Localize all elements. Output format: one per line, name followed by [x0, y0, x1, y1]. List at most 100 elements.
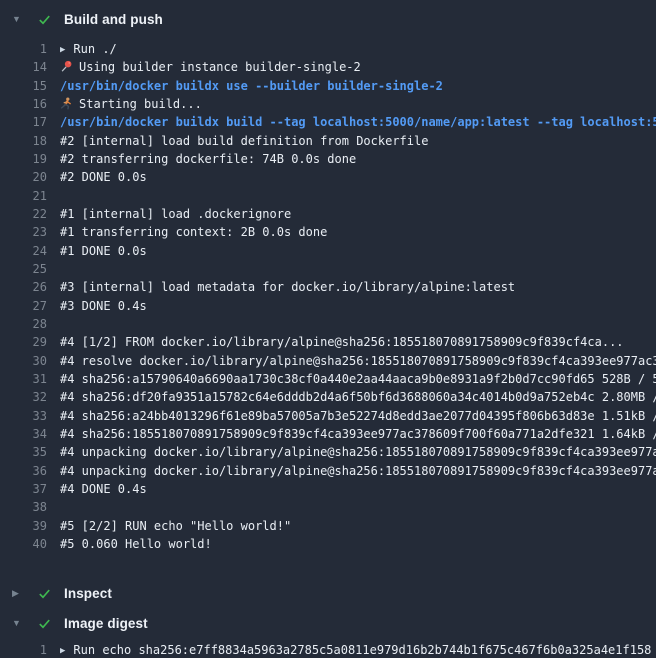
line-number[interactable]: 23 — [0, 223, 47, 241]
run-expand-icon[interactable]: ▶ — [60, 41, 65, 59]
line-number[interactable]: 40 — [0, 535, 47, 553]
section-header-build-and-push[interactable]: ▼ Build and push — [0, 8, 656, 30]
line-number[interactable]: 16 — [0, 95, 47, 113]
log-text: Starting build... — [79, 97, 202, 111]
log-line-content: #3 [internal] load metadata for docker.i… — [60, 278, 515, 296]
log-block: 1 ▶ Run ./ 14 Using builder instance builder… — [0, 40, 656, 553]
log-line-content[interactable]: ▶Run echo sha256:e7ff8834a5963a2785c5a08… — [60, 641, 651, 658]
line-number[interactable]: 21 — [0, 187, 47, 205]
chevron-down-icon[interactable]: ▼ — [12, 8, 26, 30]
log-line-content: Using builder instance builder-single-2 — [60, 58, 361, 76]
line-number[interactable]: 27 — [0, 297, 47, 315]
log-line: 24 #1 DONE 0.0s — [0, 242, 656, 260]
chevron-down-icon[interactable]: ▼ — [12, 612, 26, 634]
log-line-content: #1 DONE 0.0s — [60, 242, 147, 260]
line-number[interactable]: 36 — [0, 462, 47, 480]
line-number[interactable]: 25 — [0, 260, 47, 278]
section-title: Inspect — [64, 586, 112, 601]
log-text: #4 resolve docker.io/library/alpine@sha2… — [60, 354, 656, 368]
log-text: #1 transferring context: 2B 0.0s done — [60, 225, 327, 239]
log-line: 16 Starting build... — [0, 95, 656, 113]
log-text: #4 unpacking docker.io/library/alpine@sh… — [60, 464, 656, 478]
log-block: 1 ▶Run echo sha256:e7ff8834a5963a2785c5a0… — [0, 641, 656, 658]
log-line-content: #4 unpacking docker.io/library/alpine@sh… — [60, 443, 656, 461]
log-line: 21 — [0, 187, 656, 205]
log-line-content[interactable]: ▶ Run ./ — [60, 40, 117, 58]
log-line: 32#4 sha256:df20fa9351a15782c64e6dddb2d4… — [0, 388, 656, 406]
line-number[interactable]: 35 — [0, 443, 47, 461]
section-header-inspect[interactable]: ▶ Inspect — [0, 582, 656, 604]
log-line: 26 #3 [internal] load metadata for docker… — [0, 278, 656, 296]
log-text: #4 sha256:a24bb4013296f61e89ba57005a7b3e… — [60, 409, 656, 423]
log-text: #2 transferring dockerfile: 74B 0.0s don… — [60, 152, 356, 166]
log-text: #4 DONE 0.4s — [60, 482, 147, 496]
log-line: 14 Using builder instance builder-single-… — [0, 58, 656, 76]
log-line: 34 #4 sha256:185518070891758909c9f839cf4c… — [0, 425, 656, 443]
line-number[interactable]: 37 — [0, 480, 47, 498]
log-text: #5 0.060 Hello world! — [60, 537, 212, 551]
log-text: Run ./ — [73, 42, 116, 56]
log-line-content: #4 sha256:a24bb4013296f61e89ba57005a7b3e… — [60, 407, 656, 425]
line-number[interactable]: 17 — [0, 113, 47, 131]
workflow-log-viewer: ▼ Build and push 1 ▶ Run ./ 14 Using builder i… — [0, 0, 656, 658]
log-text: #2 [internal] load build definition from… — [60, 134, 428, 148]
check-icon — [36, 585, 52, 601]
log-text: #1 DONE 0.0s — [60, 244, 147, 258]
line-number[interactable]: 24 — [0, 242, 47, 260]
line-number[interactable]: 15 — [0, 77, 47, 95]
line-number[interactable]: 33 — [0, 407, 47, 425]
line-number[interactable]: 19 — [0, 150, 47, 168]
chevron-right-icon[interactable]: ▶ — [12, 582, 26, 604]
line-number[interactable]: 20 — [0, 168, 47, 186]
log-section: ▼ Image digest 1 ▶Run echo sha256:e7ff8834a… — [0, 612, 656, 658]
pushpin-icon — [60, 60, 73, 73]
line-number[interactable]: 28 — [0, 315, 47, 333]
line-number[interactable]: 39 — [0, 517, 47, 535]
log-section: ▶ Inspect — [0, 582, 656, 604]
section-title: Build and push — [64, 12, 163, 27]
log-text: Using builder instance builder-single-2 — [79, 60, 361, 74]
log-text: #1 [internal] load .dockerignore — [60, 207, 291, 221]
section-header-image-digest[interactable]: ▼ Image digest — [0, 612, 656, 634]
line-number[interactable]: 32 — [0, 388, 47, 406]
log-line: 37 #4 DONE 0.4s — [0, 480, 656, 498]
log-line: 27 #3 DONE 0.4s — [0, 297, 656, 315]
log-line-content: #1 [internal] load .dockerignore — [60, 205, 291, 223]
log-text: #4 [1/2] FROM docker.io/library/alpine@s… — [60, 335, 624, 349]
runner-icon — [60, 97, 73, 110]
log-line: 20#2 DONE 0.0s — [0, 168, 656, 186]
log-line: 40 #5 0.060 Hello world! — [0, 535, 656, 553]
log-line: 18 #2 [internal] load build definition fr… — [0, 132, 656, 150]
log-line: 1 ▶Run echo sha256:e7ff8834a5963a2785c5a0… — [0, 641, 656, 658]
line-number[interactable]: 22 — [0, 205, 47, 223]
log-text: #4 sha256:185518070891758909c9f839cf4ca3… — [60, 427, 656, 441]
log-text: #3 [internal] load metadata for docker.i… — [60, 280, 515, 294]
log-line-content: #4 [1/2] FROM docker.io/library/alpine@s… — [60, 333, 624, 351]
line-number[interactable]: 1 — [0, 40, 47, 58]
line-number[interactable]: 26 — [0, 278, 47, 296]
line-number[interactable]: 38 — [0, 498, 47, 516]
log-line: 33 #4 sha256:a24bb4013296f61e89ba57005a7b… — [0, 407, 656, 425]
line-number[interactable]: 30 — [0, 352, 47, 370]
line-number[interactable]: 31 — [0, 370, 47, 388]
log-line: 35 #4 unpacking docker.io/library/alpine@… — [0, 443, 656, 461]
log-line-content: #4 DONE 0.4s — [60, 480, 147, 498]
log-text: /usr/bin/docker buildx use --builder bui… — [60, 79, 443, 93]
log-line-content: #4 sha256:185518070891758909c9f839cf4ca3… — [60, 425, 656, 443]
section-title: Image digest — [64, 616, 148, 631]
line-number[interactable]: 14 — [0, 58, 47, 76]
line-number[interactable]: 34 — [0, 425, 47, 443]
line-number[interactable]: 29 — [0, 333, 47, 351]
log-line-content: #5 [2/2] RUN echo "Hello world!" — [60, 517, 291, 535]
log-line-content: #2 transferring dockerfile: 74B 0.0s don… — [60, 150, 356, 168]
line-number[interactable]: 18 — [0, 132, 47, 150]
line-number[interactable]: 1 — [0, 641, 47, 658]
run-expand-icon[interactable]: ▶ — [60, 642, 65, 658]
check-icon — [36, 11, 52, 27]
log-line: 23 #1 transferring context: 2B 0.0s done — [0, 223, 656, 241]
log-line-content: #4 sha256:a15790640a6690aa1730c38cf0a440… — [60, 370, 656, 388]
log-line: 30 #4 resolve docker.io/library/alpine@sh… — [0, 352, 656, 370]
log-text: #4 sha256:a15790640a6690aa1730c38cf0a440… — [60, 372, 656, 386]
log-line-content: #3 DONE 0.4s — [60, 297, 147, 315]
log-line-content: #5 0.060 Hello world! — [60, 535, 212, 553]
